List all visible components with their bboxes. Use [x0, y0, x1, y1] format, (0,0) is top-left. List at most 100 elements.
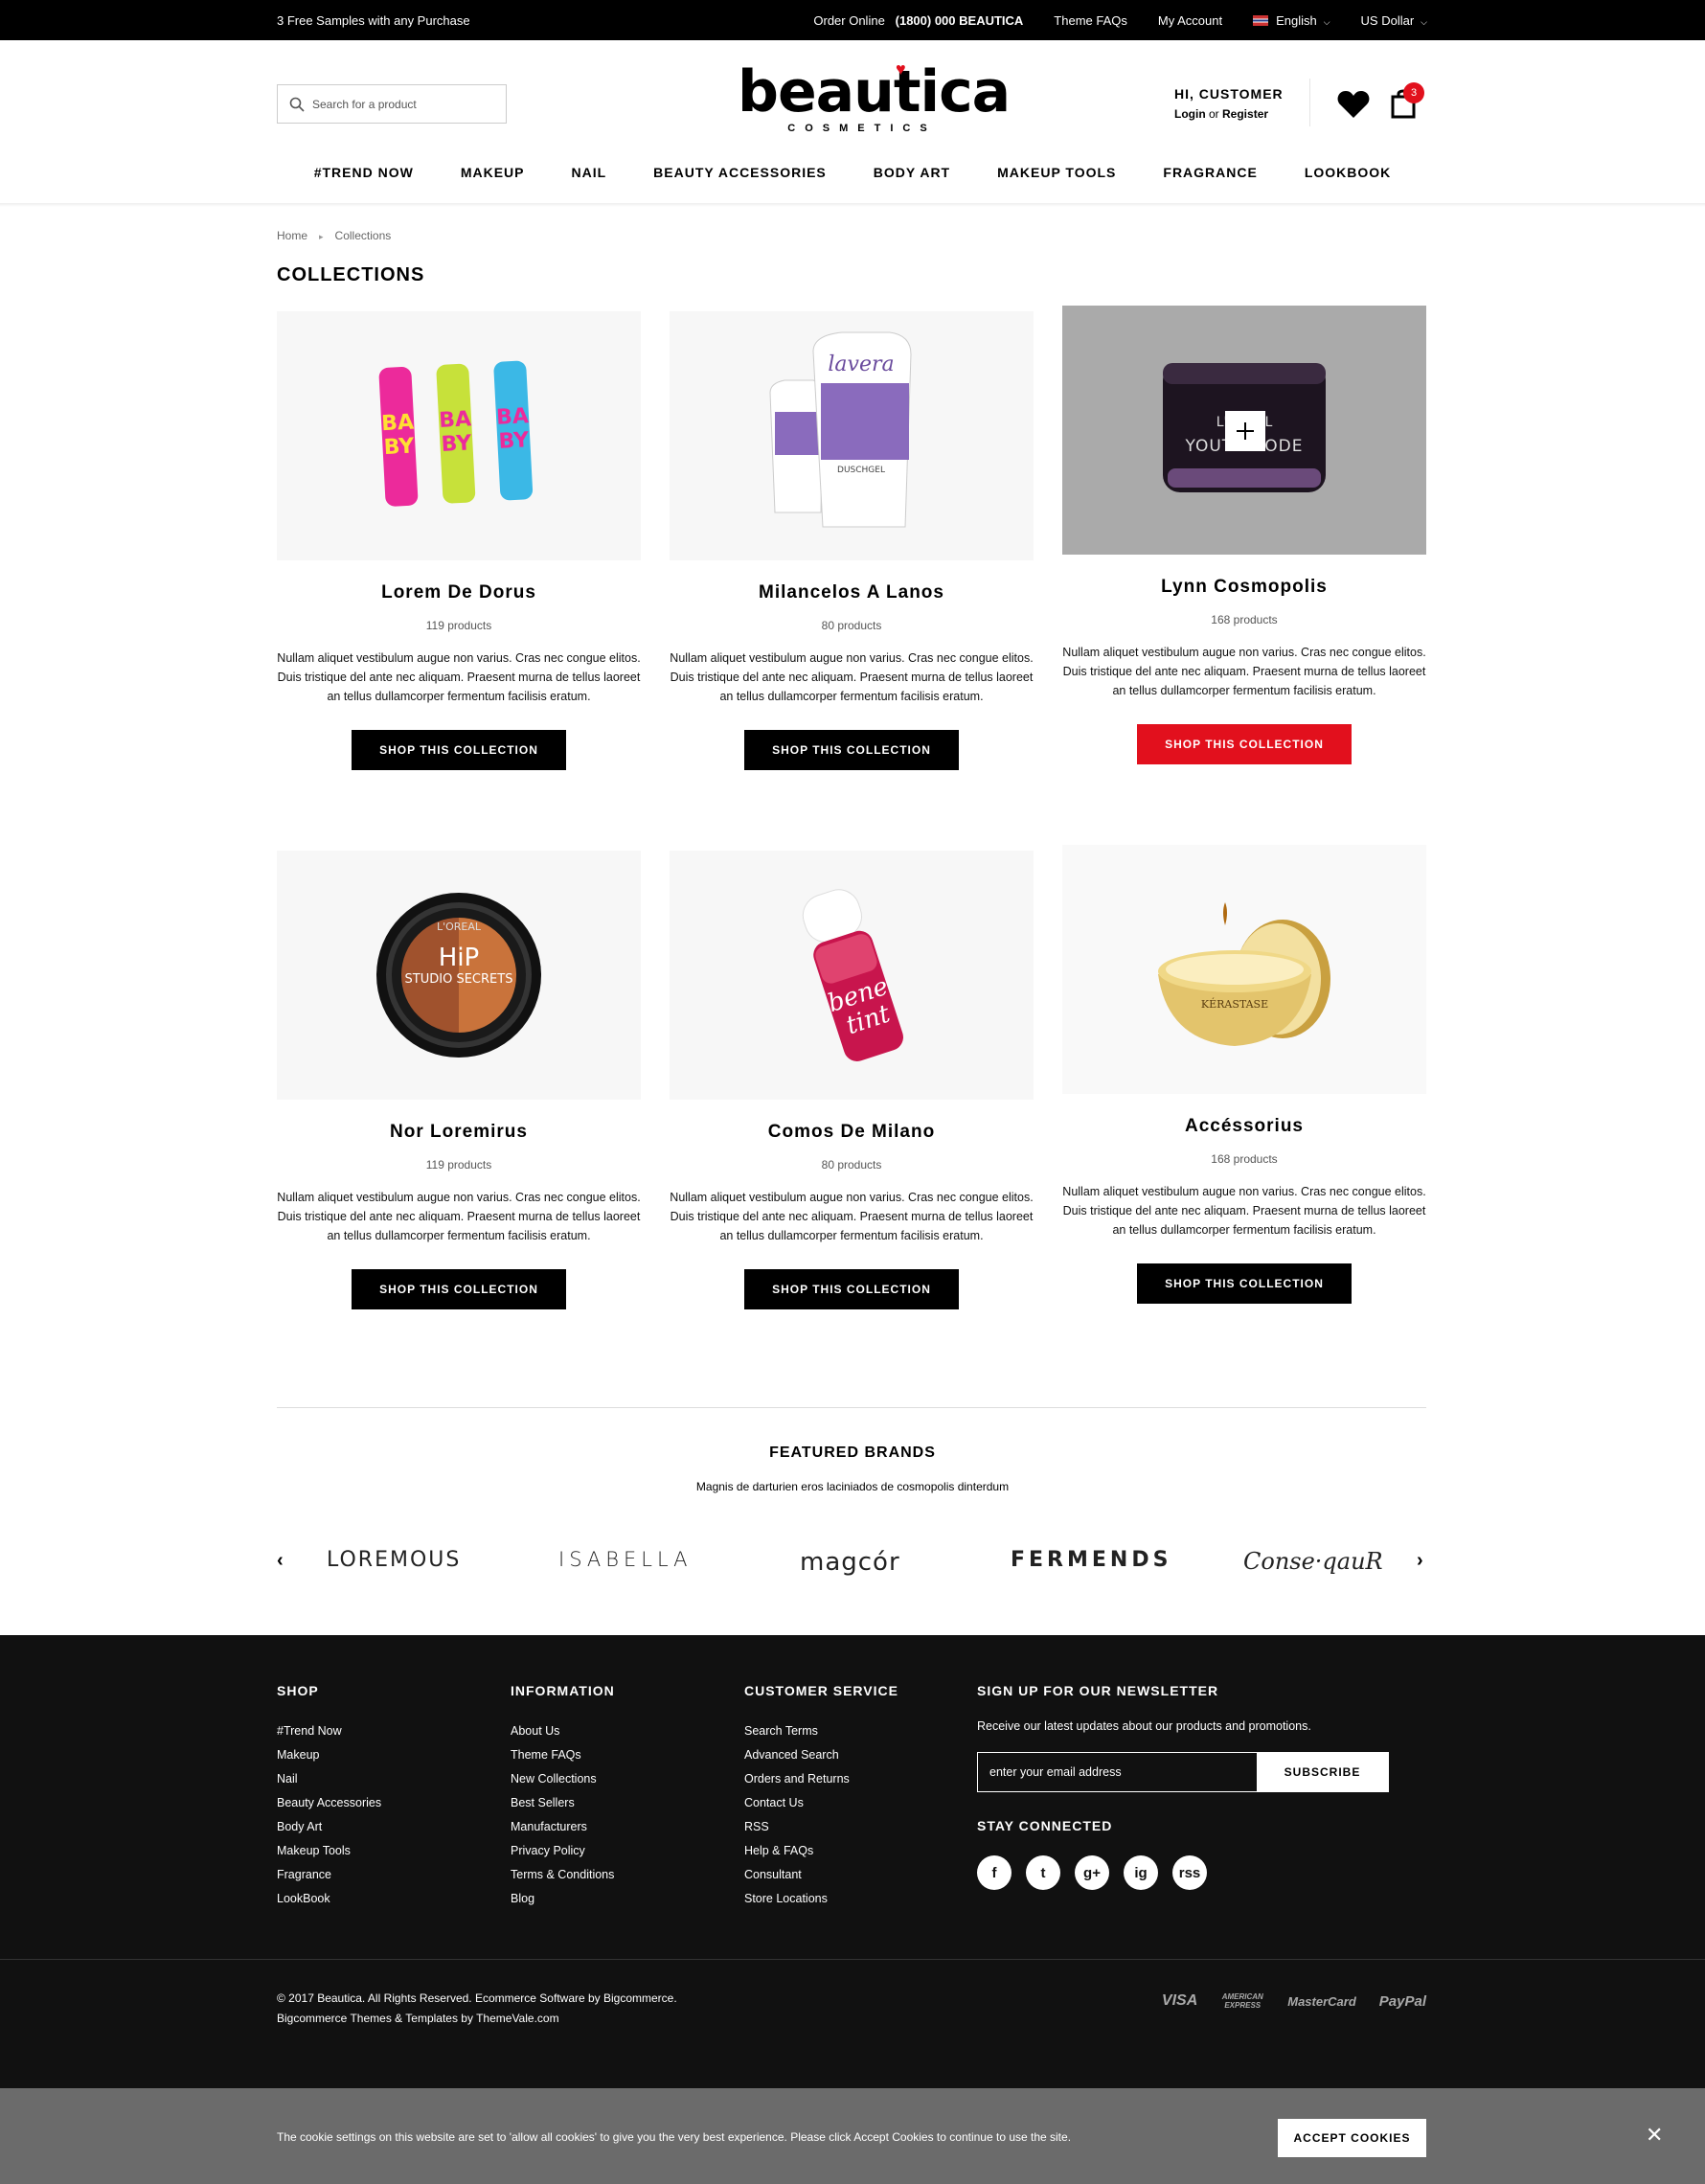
quick-view-plus-icon[interactable]: [1225, 411, 1265, 451]
footer-link[interactable]: Terms & Conditions: [511, 1863, 615, 1887]
nav-item-beauty-accessories[interactable]: BEAUTY ACCESSORIES: [630, 165, 851, 180]
collection-image[interactable]: BA BA BA BY BY BY: [277, 311, 641, 560]
footer-link[interactable]: About Us: [511, 1719, 615, 1743]
footer-link[interactable]: Search Terms: [744, 1719, 898, 1743]
google-plus-icon[interactable]: g+: [1075, 1855, 1109, 1890]
brand-logo[interactable]: Conse·qauR: [1243, 1548, 1383, 1575]
svg-text:BA: BA: [381, 410, 415, 436]
shop-collection-button[interactable]: SHOP THIS COLLECTION: [352, 1269, 566, 1309]
footer-link[interactable]: Privacy Policy: [511, 1839, 615, 1863]
collection-name[interactable]: Comos De Milano: [670, 1122, 1034, 1143]
brand-logo[interactable]: ISABELLA: [558, 1548, 693, 1571]
brand-logo[interactable]: FERMENDS: [1011, 1548, 1171, 1572]
nav-item-makeup[interactable]: MAKEUP: [437, 165, 548, 180]
brand-carousel: ‹ LOREMOUS ISABELLA magcór FERMENDS Cons…: [277, 1544, 1426, 1582]
footer-link[interactable]: Manufacturers: [511, 1815, 615, 1839]
footer-link[interactable]: New Collections: [511, 1767, 615, 1791]
footer-link[interactable]: Consultant: [744, 1863, 898, 1887]
language-selector[interactable]: English ⌵: [1253, 13, 1330, 28]
or-text: or: [1209, 107, 1219, 121]
footer-link[interactable]: Makeup: [277, 1743, 381, 1767]
shop-collection-button[interactable]: SHOP THIS COLLECTION: [352, 730, 566, 770]
eyeshadow-image: L'OREAL HiP STUDIO SECRETS: [376, 893, 541, 1058]
register-link[interactable]: Register: [1222, 107, 1268, 121]
nav-item-body-art[interactable]: BODY ART: [850, 165, 973, 180]
brand-logo[interactable]: LOREMOUS: [327, 1548, 461, 1572]
nav-item-trend-now[interactable]: #TREND NOW: [290, 165, 437, 180]
footer-link[interactable]: Fragrance: [277, 1863, 381, 1887]
collection-name[interactable]: Lynn Cosmopolis: [1062, 577, 1426, 598]
wishlist-icon[interactable]: [1337, 90, 1370, 124]
subscribe-button[interactable]: SUBSCRIBE: [1257, 1753, 1388, 1791]
search-input[interactable]: Search for a product: [277, 84, 507, 124]
shop-collection-button[interactable]: SHOP THIS COLLECTION: [1137, 1263, 1352, 1304]
shop-collection-button[interactable]: SHOP THIS COLLECTION: [744, 1269, 959, 1309]
svg-text:BA: BA: [496, 404, 530, 430]
footer-link[interactable]: Advanced Search: [744, 1743, 898, 1767]
footer-link[interactable]: Help & FAQs: [744, 1839, 898, 1863]
footer-link[interactable]: #Trend Now: [277, 1719, 381, 1743]
accept-cookies-button[interactable]: ACCEPT COOKIES: [1278, 2119, 1426, 2157]
nav-item-makeup-tools[interactable]: MAKEUP TOOLS: [974, 165, 1140, 180]
svg-text:BY: BY: [383, 434, 416, 460]
site-logo[interactable]: beautica ♥ COSMETICS: [738, 59, 1011, 134]
social-links: f t g+ ig rss: [977, 1855, 1207, 1890]
theme-faqs-link[interactable]: Theme FAQs: [1054, 13, 1127, 28]
order-phone[interactable]: (1800) 000 BEAUTICA: [896, 13, 1024, 28]
breadcrumb-home[interactable]: Home: [277, 229, 307, 242]
collection-image[interactable]: KÉRASTASE: [1062, 845, 1426, 1094]
newsletter-email-field[interactable]: enter your email address: [978, 1753, 1257, 1791]
svg-text:lavera: lavera: [828, 353, 894, 376]
collection-description: Nullam aliquet vestibulum augue non vari…: [277, 1191, 641, 1242]
twitter-icon[interactable]: t: [1026, 1855, 1060, 1890]
collection-card: YOUTH CODE L'ORÉAL Lynn Cosmopolis 168 p…: [1062, 306, 1426, 764]
footer-link[interactable]: Body Art: [277, 1815, 381, 1839]
account-block: HI, CUSTOMER Login or Register: [1174, 86, 1284, 121]
collection-card: KÉRASTASE Accéssorius 168 products Nulla…: [1062, 845, 1426, 1304]
footer-link[interactable]: Best Sellers: [511, 1791, 615, 1815]
collection-image[interactable]: L'OREAL HiP STUDIO SECRETS: [277, 851, 641, 1100]
collection-name[interactable]: Lorem De Dorus: [277, 582, 641, 603]
close-icon[interactable]: ✕: [1646, 2123, 1663, 2148]
shop-collection-button[interactable]: SHOP THIS COLLECTION: [1137, 724, 1352, 764]
stay-connected-title: STAY CONNECTED: [977, 1818, 1113, 1833]
rss-icon[interactable]: rss: [1172, 1855, 1207, 1890]
footer-column-title: INFORMATION: [511, 1683, 615, 1698]
nav-item-lookbook[interactable]: LOOKBOOK: [1281, 165, 1414, 180]
my-account-link[interactable]: My Account: [1158, 13, 1222, 28]
shop-collection-button[interactable]: SHOP THIS COLLECTION: [744, 730, 959, 770]
carousel-prev-icon[interactable]: ‹: [277, 1550, 284, 1572]
footer-link[interactable]: Store Locations: [744, 1887, 898, 1911]
footer-link[interactable]: Orders and Returns: [744, 1767, 898, 1791]
uk-flag-icon: [1253, 15, 1269, 26]
currency-selector[interactable]: US Dollar ⌵: [1361, 13, 1427, 28]
footer-column-title: SHOP: [277, 1683, 319, 1698]
nav-item-nail[interactable]: NAIL: [548, 165, 630, 180]
footer-link[interactable]: Makeup Tools: [277, 1839, 381, 1863]
collection-count: 168 products: [1211, 613, 1278, 626]
collection-name[interactable]: Accéssorius: [1062, 1116, 1426, 1137]
footer-link[interactable]: Blog: [511, 1887, 615, 1911]
collection-image[interactable]: YOUTH CODE L'ORÉAL: [1062, 306, 1426, 555]
footer-link[interactable]: Contact Us: [744, 1791, 898, 1815]
footer-service-column: CUSTOMER SERVICE Search Terms Advanced S…: [744, 1683, 898, 1911]
footer-link[interactable]: Nail: [277, 1767, 381, 1791]
brand-logo[interactable]: magcór: [800, 1548, 900, 1577]
login-link[interactable]: Login: [1174, 107, 1206, 121]
paypal-icon: PayPal: [1378, 1992, 1426, 2010]
footer-link[interactable]: LookBook: [277, 1887, 381, 1911]
footer-link[interactable]: Beauty Accessories: [277, 1791, 381, 1815]
nav-item-fragrance[interactable]: FRAGRANCE: [1140, 165, 1281, 180]
footer-link[interactable]: Theme FAQs: [511, 1743, 615, 1767]
collection-name[interactable]: Nor Loremirus: [277, 1122, 641, 1143]
collection-name[interactable]: Milancelos A Lanos: [670, 582, 1034, 603]
promo-text: 3 Free Samples with any Purchase: [277, 13, 470, 28]
collection-image[interactable]: lavera DUSCHGEL: [670, 311, 1034, 560]
facebook-icon[interactable]: f: [977, 1855, 1012, 1890]
newsletter-text: Receive our latest updates about our pro…: [977, 1719, 1311, 1733]
chevron-down-icon: ⌵: [1421, 17, 1427, 27]
instagram-icon[interactable]: ig: [1124, 1855, 1158, 1890]
carousel-next-icon[interactable]: ›: [1417, 1550, 1423, 1572]
collection-image[interactable]: bene tint: [670, 851, 1034, 1100]
footer-link[interactable]: RSS: [744, 1815, 898, 1839]
